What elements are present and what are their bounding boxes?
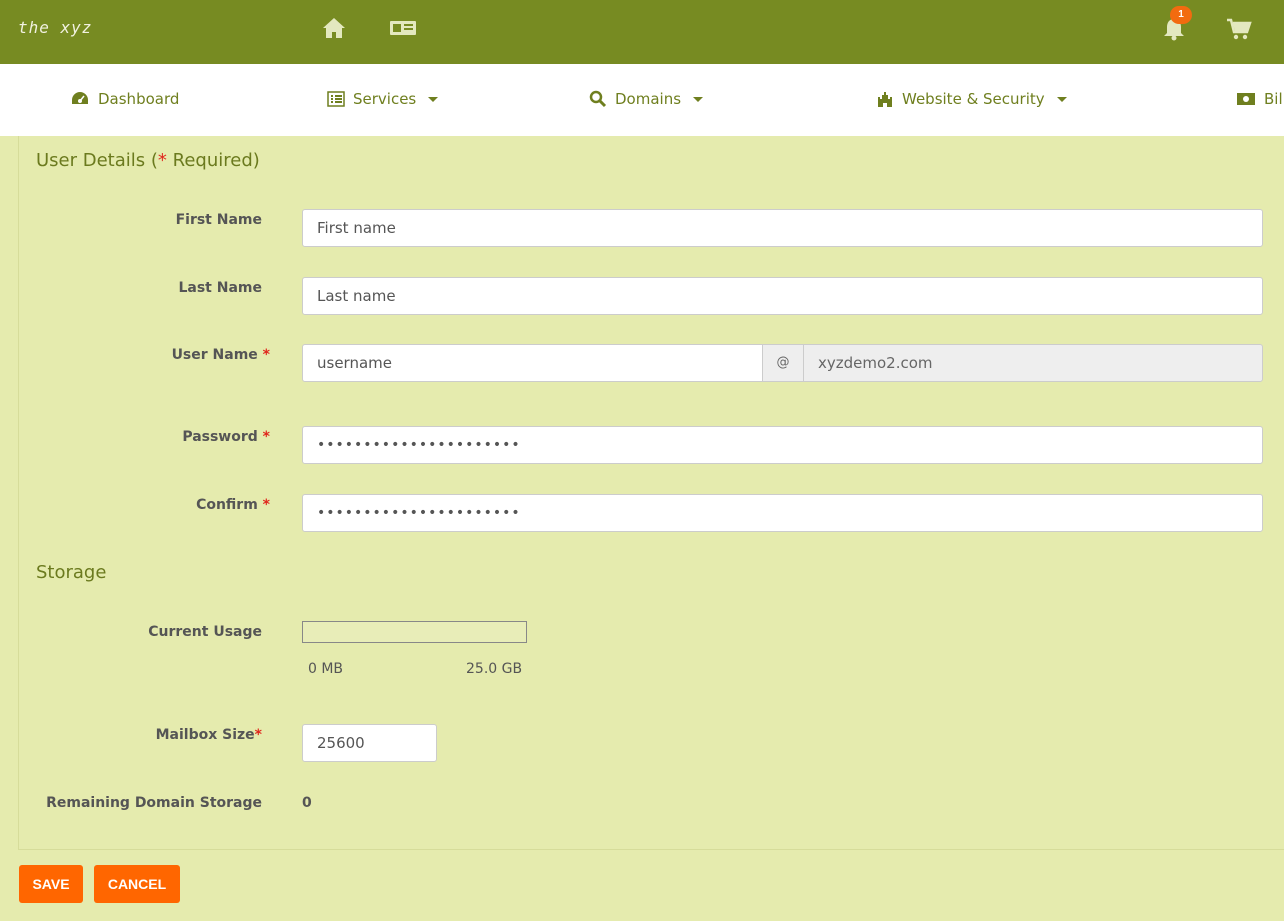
at-sign-addon: @ bbox=[762, 344, 804, 382]
nav-label: Dashboard bbox=[98, 90, 180, 108]
id-card-icon[interactable] bbox=[389, 16, 416, 42]
nav-label: Website & Security bbox=[902, 90, 1045, 108]
home-icon[interactable] bbox=[321, 16, 347, 42]
list-icon bbox=[327, 91, 345, 107]
usage-max: 25.0 GB bbox=[466, 661, 523, 677]
logo[interactable]: the xyz bbox=[18, 18, 92, 37]
money-icon bbox=[1237, 93, 1255, 105]
password-input[interactable]: •••••••••••••••••••••• bbox=[302, 426, 1263, 464]
remaining-storage-value: 0 bbox=[302, 795, 312, 811]
last-name-input[interactable]: Last name bbox=[302, 277, 1263, 315]
mailbox-size-input[interactable]: 25600 bbox=[302, 724, 437, 762]
notification-badge: 1 bbox=[1170, 6, 1192, 24]
search-icon bbox=[589, 90, 607, 108]
nav-item-billing[interactable]: Bil bbox=[1236, 90, 1283, 108]
nav-item-domains[interactable]: Domains bbox=[589, 90, 704, 108]
dashboard-icon bbox=[72, 92, 88, 104]
nav-item-website-security[interactable]: Website & Security bbox=[876, 90, 1067, 108]
mailbox-size-label: Mailbox Size* bbox=[155, 727, 262, 743]
remaining-storage-label: Remaining Domain Storage bbox=[46, 795, 262, 811]
first-name-input[interactable]: First name bbox=[302, 209, 1263, 247]
last-name-label: Last Name bbox=[178, 280, 262, 296]
password-label: Password * bbox=[182, 429, 270, 445]
usage-min: 0 MB bbox=[308, 661, 344, 677]
chevron-down-icon bbox=[428, 96, 439, 102]
chevron-down-icon bbox=[693, 96, 704, 102]
user-name-input[interactable]: username bbox=[302, 344, 763, 382]
nav-item-services[interactable]: Services bbox=[327, 90, 439, 108]
storage-title: Storage bbox=[36, 562, 107, 583]
save-button[interactable]: SAVE bbox=[19, 865, 83, 903]
nav-label: Domains bbox=[615, 90, 682, 108]
chevron-down-icon bbox=[1056, 96, 1067, 102]
domain-field: xyzdemo2.com bbox=[803, 344, 1263, 382]
top-bar: the xyz 1 bbox=[0, 0, 1284, 64]
storage-usage-bar bbox=[302, 621, 527, 643]
nav-label: Bil bbox=[1264, 90, 1283, 108]
castle-icon bbox=[878, 92, 892, 107]
first-name-label: First Name bbox=[175, 212, 262, 228]
cart-icon[interactable] bbox=[1226, 16, 1252, 42]
current-usage-label: Current Usage bbox=[148, 624, 262, 640]
user-name-label: User Name * bbox=[171, 347, 270, 363]
cancel-button[interactable]: CANCEL bbox=[94, 865, 180, 903]
nav-item-dashboard[interactable]: Dashboard bbox=[70, 90, 179, 108]
confirm-label: Confirm * bbox=[196, 497, 270, 513]
nav-label: Services bbox=[353, 90, 417, 108]
confirm-password-input[interactable]: •••••••••••••••••••••• bbox=[302, 494, 1263, 532]
main-nav: Dashboard Services Domains Website & Sec… bbox=[0, 64, 1284, 136]
user-details-title: User Details (* Required) bbox=[36, 150, 260, 171]
